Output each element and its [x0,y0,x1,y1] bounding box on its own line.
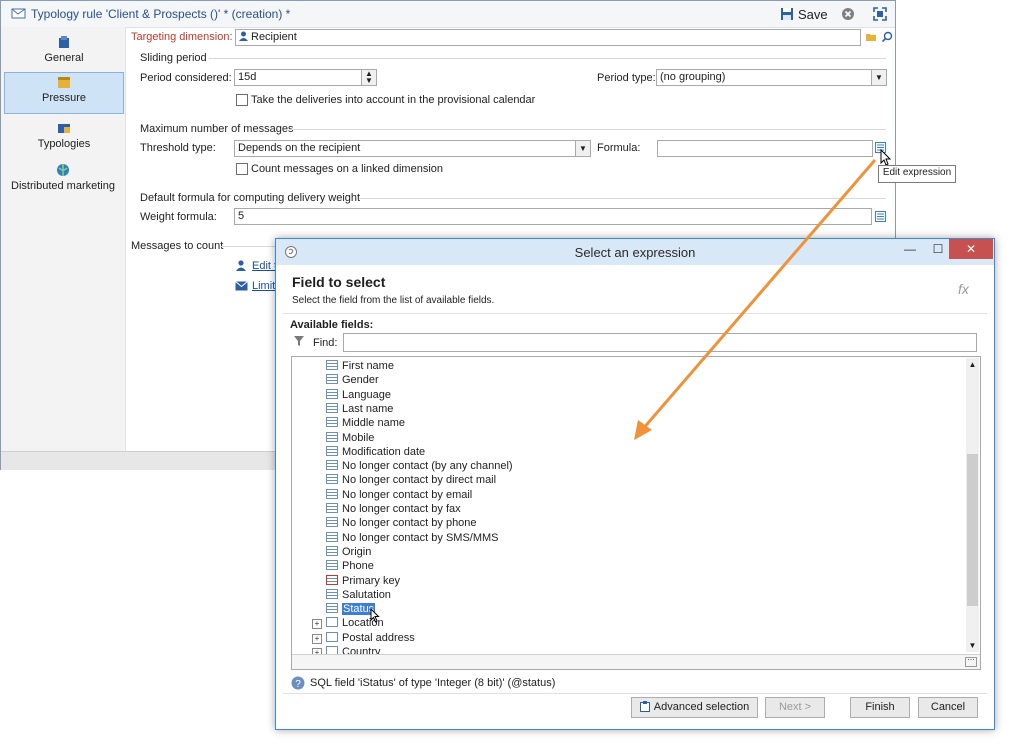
annotation-arrow [634,159,877,440]
